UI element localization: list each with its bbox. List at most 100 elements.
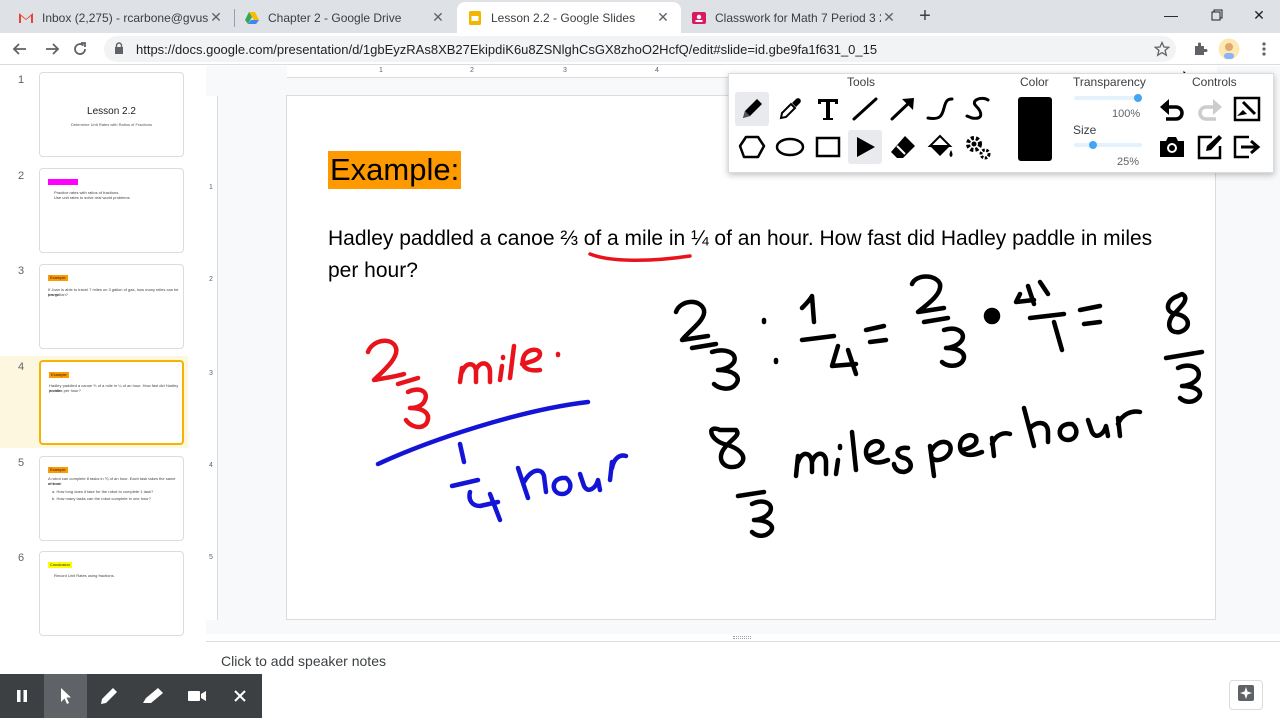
maximize-icon[interactable] xyxy=(1194,0,1240,30)
thumb-line: A robot can complete 8 tasks in ⅚ of an … xyxy=(48,476,176,486)
minimize-icon[interactable]: — xyxy=(1148,0,1194,30)
eraser-icon[interactable] xyxy=(886,130,920,164)
thumb-line: If Joan is able to travel 7 miles on 3 g… xyxy=(48,287,179,297)
browser-tab-classroom[interactable]: Classwork for Math 7 Period 3 20 ✕ xyxy=(681,2,907,33)
annotation-close-icon[interactable] xyxy=(218,674,262,718)
vertical-ruler[interactable]: 1 2 3 4 5 xyxy=(206,96,218,620)
thumb-line: b. How many tasks can the robot complete… xyxy=(52,496,151,501)
annotation-pointer-icon[interactable] xyxy=(43,674,88,718)
annotation-pen-icon[interactable] xyxy=(87,674,131,718)
slide-thumbnail-2[interactable]: Practice rates with ratios of fractions.… xyxy=(39,168,184,253)
text-icon[interactable] xyxy=(811,92,845,126)
extensions-icon[interactable] xyxy=(1188,37,1212,61)
slide-problem-text[interactable]: Hadley paddled a canoe ⅔ of a mile in ¼ … xyxy=(328,223,1178,287)
gmail-icon xyxy=(18,10,34,26)
close-window-icon[interactable]: ✕ xyxy=(1236,0,1280,30)
reload-icon[interactable] xyxy=(68,37,92,61)
transparency-slider[interactable] xyxy=(1074,94,1142,102)
speaker-notes-panel[interactable]: Click to add speaker notes xyxy=(206,641,1280,720)
ruler-label: 1 xyxy=(379,67,383,74)
classroom-icon xyxy=(691,10,707,26)
thumb-line: Use unit rates to solve real world probl… xyxy=(54,195,131,200)
eyedropper-icon[interactable] xyxy=(773,92,807,126)
tab-title: Classwork for Math 7 Period 3 20 xyxy=(715,10,881,25)
exit-icon[interactable] xyxy=(1230,130,1264,164)
ruler-label: 4 xyxy=(655,67,659,74)
browser-tab-slides[interactable]: Lesson 2.2 - Google Slides ✕ xyxy=(457,2,681,33)
tab-title: Lesson 2.2 - Google Slides xyxy=(491,10,636,25)
edit-icon[interactable] xyxy=(1193,130,1227,164)
close-tab-icon[interactable]: ✕ xyxy=(208,9,224,26)
undo-icon[interactable] xyxy=(1155,92,1189,126)
explore-icon xyxy=(1237,684,1255,707)
slide-number: 5 xyxy=(18,457,25,469)
settings-icon[interactable] xyxy=(961,130,995,164)
thumb-subtitle: Determine Unit Rates with Ratios of Frac… xyxy=(71,122,152,127)
highlighter-icon[interactable] xyxy=(131,674,175,718)
thumb-tag: Example xyxy=(48,275,68,281)
slide-filmstrip: 1 Lesson 2.2 Determine Unit Rates with R… xyxy=(0,66,205,674)
close-tab-icon[interactable]: ✕ xyxy=(655,9,671,26)
thumb-line: in miles per hour? xyxy=(49,388,81,393)
arrow-icon[interactable] xyxy=(886,92,920,126)
thumb-line: a. How long does it take for the robot t… xyxy=(52,489,154,494)
thumb-tag: Example xyxy=(49,372,69,378)
tab-title: Chapter 2 - Google Drive xyxy=(268,10,402,25)
pause-icon[interactable] xyxy=(0,674,44,718)
redo-icon[interactable] xyxy=(1193,92,1227,126)
thumb-tag: Example xyxy=(48,467,68,473)
curve-icon[interactable] xyxy=(923,92,957,126)
slide-number: 4 xyxy=(18,361,25,373)
polygon-icon[interactable] xyxy=(735,130,769,164)
size-slider-knob[interactable] xyxy=(1089,141,1097,149)
ruler-label: 2 xyxy=(209,276,213,283)
thumb-title: Lesson 2.2 xyxy=(87,106,136,117)
browser-tab-gmail[interactable]: Inbox (2,275) - rcarbone@gvusd ✕ xyxy=(8,2,234,33)
transparency-value: 100% xyxy=(1112,108,1141,120)
rectangle-icon[interactable] xyxy=(811,130,845,164)
ruler-label: 2 xyxy=(470,67,474,74)
lock-icon xyxy=(114,41,128,57)
camera-icon[interactable] xyxy=(1155,130,1189,164)
tools-section-label: Tools xyxy=(847,75,876,89)
line-icon[interactable] xyxy=(848,92,882,126)
thumb-line: Record Unit Rates using fractions. xyxy=(54,573,115,578)
slide-number: 6 xyxy=(18,552,25,564)
chrome-menu-icon[interactable] xyxy=(1252,37,1276,61)
explore-button[interactable] xyxy=(1229,680,1263,710)
drive-icon xyxy=(244,10,260,26)
browser-tab-drive[interactable]: Chapter 2 - Google Drive ✕ xyxy=(234,2,456,33)
clear-icon[interactable] xyxy=(1230,92,1264,126)
ellipse-icon[interactable] xyxy=(773,130,807,164)
profile-avatar[interactable] xyxy=(1217,37,1241,61)
back-icon[interactable] xyxy=(8,37,32,61)
slide-thumbnail-3[interactable]: Example If Joan is able to travel 7 mile… xyxy=(39,264,184,349)
address-bar[interactable]: https://docs.google.com/presentation/d/1… xyxy=(104,36,1176,62)
forward-icon[interactable] xyxy=(40,37,64,61)
pen-icon[interactable] xyxy=(735,92,769,126)
freehand-curve-icon[interactable] xyxy=(961,92,995,126)
notes-resize-handle[interactable] xyxy=(733,636,751,639)
bookmark-star-icon[interactable] xyxy=(1150,37,1174,61)
slide-thumbnail-6[interactable]: Conclusion Record Unit Rates using fract… xyxy=(39,551,184,636)
pointer-icon[interactable] xyxy=(848,130,882,164)
ruler-label: 4 xyxy=(209,462,213,469)
paint-bucket-icon[interactable] xyxy=(923,130,957,164)
video-camera-icon[interactable] xyxy=(175,674,219,718)
url-text: https://docs.google.com/presentation/d/1… xyxy=(136,41,878,57)
new-tab-button[interactable]: + xyxy=(913,5,937,27)
size-slider[interactable] xyxy=(1074,141,1142,149)
close-tab-icon[interactable]: ✕ xyxy=(430,9,446,26)
slide-number: 2 xyxy=(18,170,25,182)
slide-thumbnail-1[interactable]: Lesson 2.2 Determine Unit Rates with Rat… xyxy=(39,72,184,157)
color-swatch[interactable] xyxy=(1018,97,1052,161)
slide-example-label[interactable]: Example: xyxy=(328,151,462,189)
thumb-line: per gallon? xyxy=(48,292,68,297)
slide-thumbnail-4[interactable]: Example Hadley paddled a canoe ⅔ of a mi… xyxy=(39,360,184,445)
slide-thumbnail-5[interactable]: Example A robot can complete 8 tasks in … xyxy=(39,456,184,541)
speaker-notes-placeholder[interactable]: Click to add speaker notes xyxy=(221,653,386,669)
transparency-slider-knob[interactable] xyxy=(1134,94,1142,102)
close-tab-icon[interactable]: ✕ xyxy=(881,9,897,26)
transparency-section-label: Transparency xyxy=(1073,75,1146,89)
annotation-control-bar xyxy=(0,674,262,718)
